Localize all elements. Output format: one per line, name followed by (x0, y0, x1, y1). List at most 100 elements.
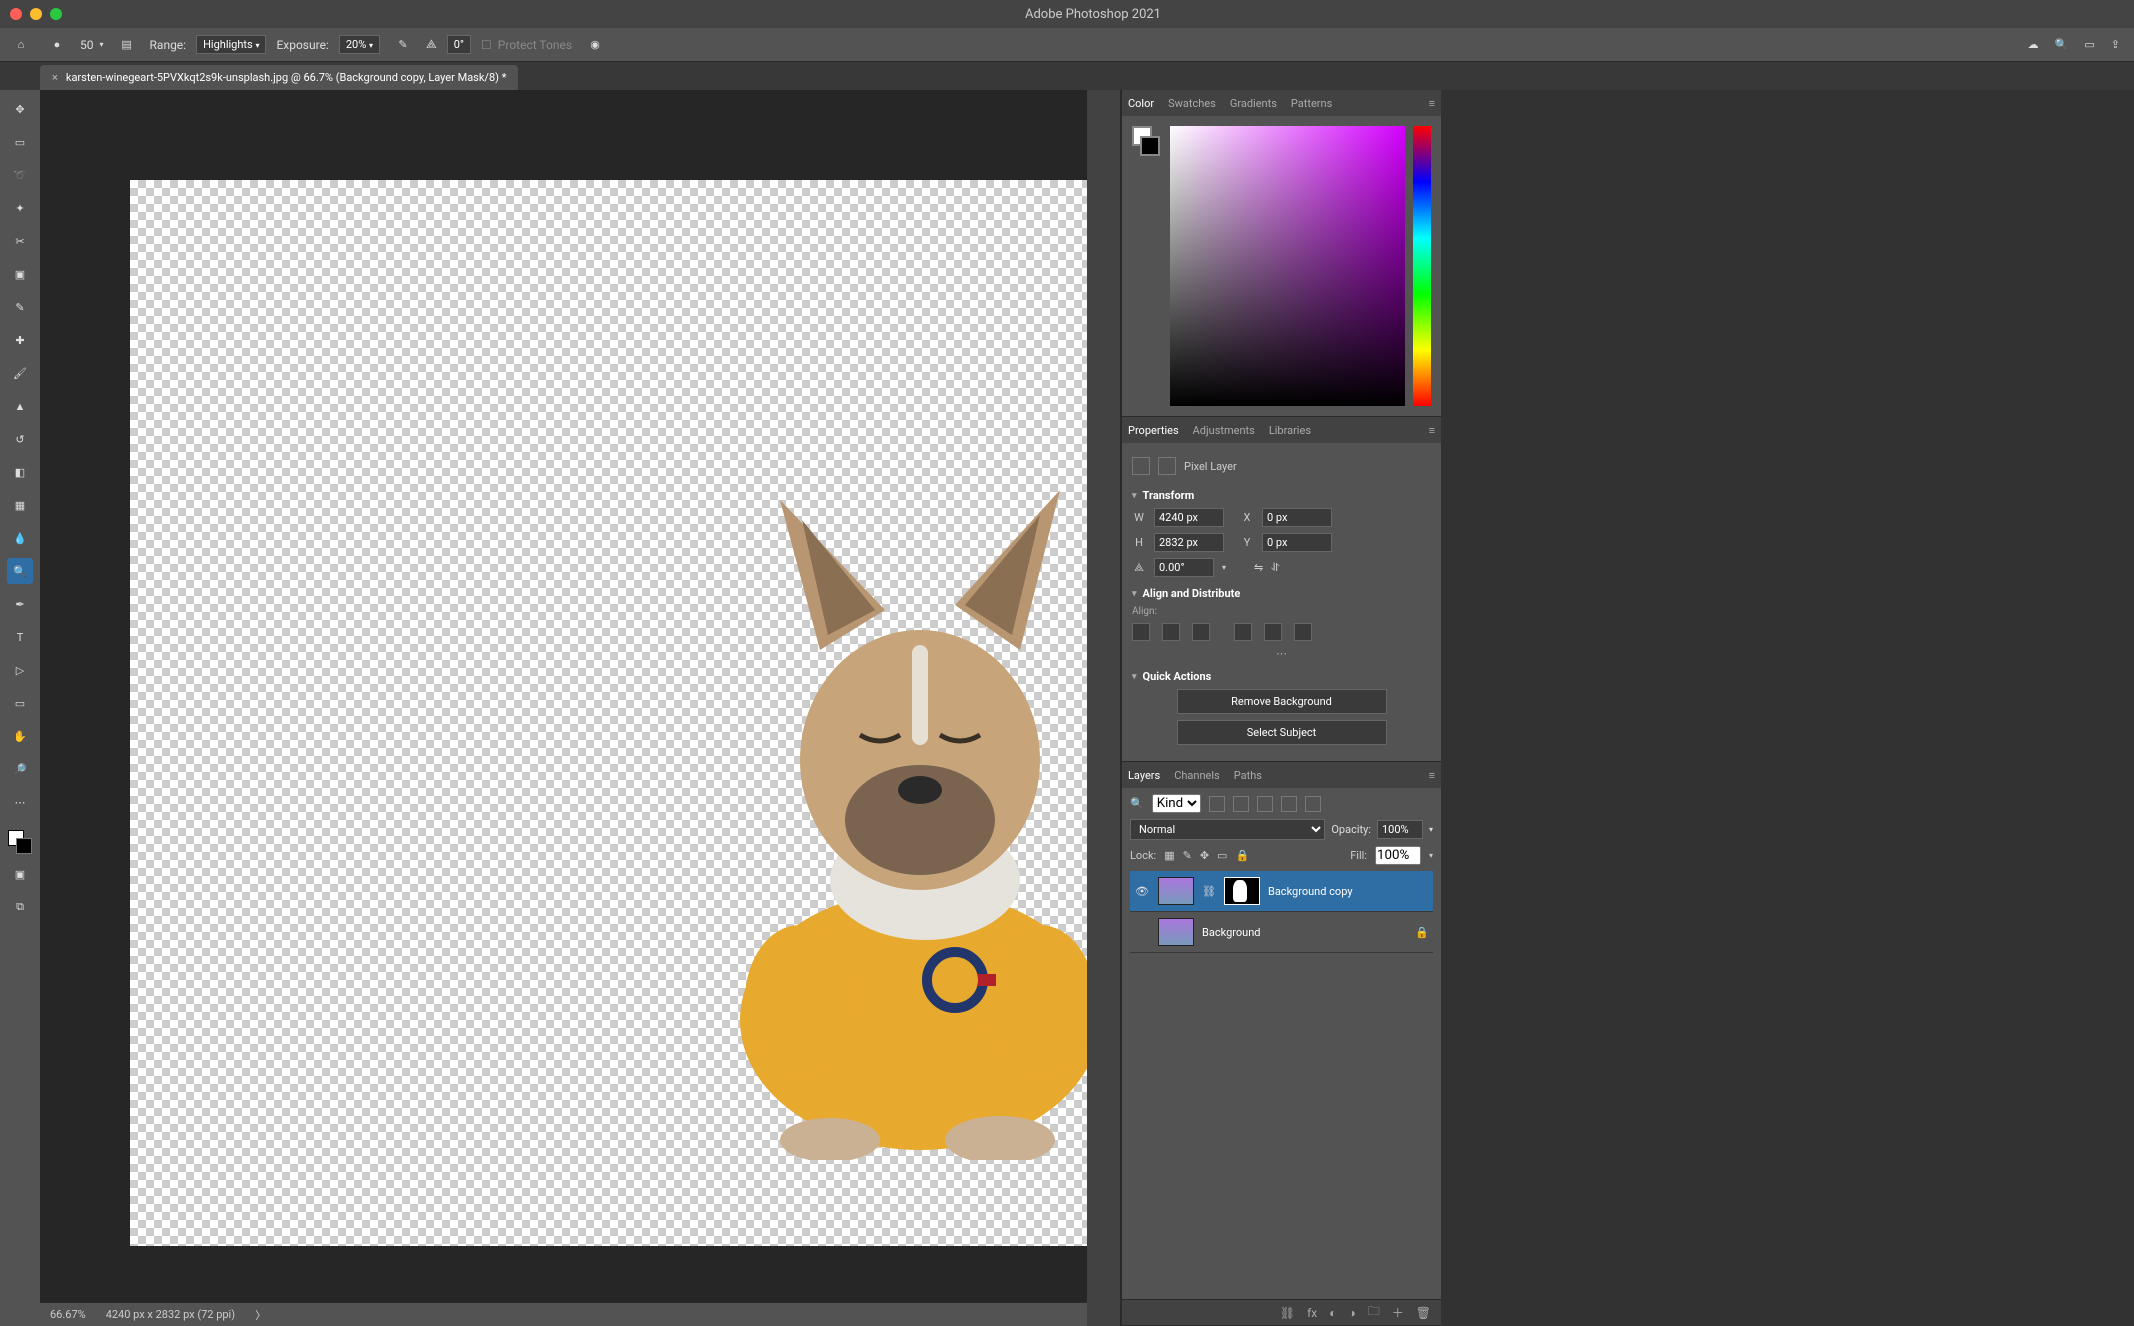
home-icon[interactable]: ⌂ (8, 32, 34, 58)
search-icon[interactable]: 🔍 (2055, 38, 2069, 51)
color-picker-field[interactable] (1170, 126, 1405, 406)
close-window-icon[interactable] (10, 8, 22, 20)
visibility-icon[interactable]: 👁 (1134, 885, 1150, 898)
path-selection-tool-icon[interactable]: ▷ (7, 657, 33, 683)
workspace-icon[interactable]: ▭ (2084, 38, 2094, 51)
color-swatch-tool[interactable] (8, 830, 32, 854)
quick-actions-header[interactable]: Quick Actions (1132, 670, 1431, 683)
blend-mode-select[interactable]: Normal (1130, 819, 1325, 840)
filter-pixel-icon[interactable] (1209, 796, 1225, 812)
window-controls[interactable] (10, 8, 62, 20)
hand-tool-icon[interactable]: ✋ (7, 723, 33, 749)
minimize-window-icon[interactable] (30, 8, 42, 20)
fill-field[interactable] (1375, 846, 1421, 865)
brush-preset-icon[interactable]: ● (44, 32, 70, 58)
layer-filter-select[interactable]: Kind (1152, 794, 1201, 813)
transform-header[interactable]: Transform (1132, 489, 1431, 502)
crop-tool-icon[interactable]: ✂ (7, 228, 33, 254)
link-layers-icon[interactable]: ⛓ (1280, 1306, 1295, 1320)
document-canvas[interactable] (130, 180, 1087, 1246)
pressure-icon[interactable]: ◉ (582, 32, 608, 58)
gradient-tool-icon[interactable]: ▦ (7, 492, 33, 518)
maximize-window-icon[interactable] (50, 8, 62, 20)
filter-smart-icon[interactable] (1305, 796, 1321, 812)
opacity-field[interactable] (1377, 820, 1423, 839)
new-layer-icon[interactable]: ＋ (1392, 1304, 1404, 1321)
tab-layers[interactable]: Layers (1128, 769, 1160, 782)
layer-name[interactable]: Background copy (1268, 885, 1429, 898)
blur-tool-icon[interactable]: 💧 (7, 525, 33, 551)
align-bottom-icon[interactable] (1294, 623, 1312, 641)
airbrush-icon[interactable]: ✎ (390, 32, 416, 58)
history-brush-tool-icon[interactable]: ↺ (7, 426, 33, 452)
lock-position-icon[interactable]: ✥ (1200, 849, 1209, 862)
group-icon[interactable]: 🗀 (1368, 1302, 1380, 1323)
panel-menu-icon[interactable]: ≡ (1429, 424, 1435, 437)
tab-color[interactable]: Color (1128, 97, 1154, 110)
layer-thumbnail[interactable] (1158, 918, 1194, 946)
share-icon[interactable]: ⇪ (2111, 38, 2120, 51)
lock-pixels-icon[interactable]: ✎ (1183, 849, 1192, 862)
align-right-icon[interactable] (1192, 623, 1210, 641)
lock-transparency-icon[interactable]: ▦ (1164, 849, 1174, 862)
brush-tool-icon[interactable]: 🖌 (7, 360, 33, 386)
status-arrow-icon[interactable]: 〉 (255, 1307, 266, 1323)
frame-tool-icon[interactable]: ▣ (7, 261, 33, 287)
filter-adjust-icon[interactable] (1233, 796, 1249, 812)
healing-brush-tool-icon[interactable]: ✚ (7, 327, 33, 353)
protect-tones-checkbox[interactable]: ☐ Protect Tones (481, 38, 572, 52)
align-center-h-icon[interactable] (1162, 623, 1180, 641)
panel-menu-icon[interactable]: ≡ (1429, 769, 1435, 782)
align-top-icon[interactable] (1234, 623, 1252, 641)
delete-layer-icon[interactable]: 🗑 (1416, 1306, 1431, 1320)
close-tab-icon[interactable]: × (52, 71, 58, 84)
edit-toolbar-icon[interactable]: ⋯ (7, 789, 33, 815)
adjustment-layer-icon[interactable]: ◑ (1348, 1306, 1355, 1320)
layer-thumbnail[interactable] (1158, 877, 1194, 905)
filter-type-icon[interactable] (1257, 796, 1273, 812)
lock-artboard-icon[interactable]: ▭ (1217, 849, 1227, 862)
align-left-icon[interactable] (1132, 623, 1150, 641)
canvas-area[interactable]: 66.67% 4240 px x 2832 px (72 ppi) 〉 (40, 90, 1087, 1326)
filter-shape-icon[interactable] (1281, 796, 1297, 812)
lasso-tool-icon[interactable]: ➰ (7, 162, 33, 188)
tab-gradients[interactable]: Gradients (1230, 97, 1277, 110)
screenmode-tool-icon[interactable]: ⧉ (7, 894, 33, 920)
hue-slider[interactable] (1413, 126, 1431, 406)
transform-w-field[interactable] (1154, 508, 1224, 527)
clone-stamp-tool-icon[interactable]: ▲ (7, 393, 33, 419)
panel-menu-icon[interactable]: ≡ (1429, 97, 1435, 110)
tab-paths[interactable]: Paths (1234, 769, 1262, 782)
cloud-share-icon[interactable]: ☁ (2028, 38, 2039, 51)
transform-angle-field[interactable] (1154, 558, 1214, 577)
move-tool-icon[interactable]: ✥ (7, 96, 33, 122)
align-header[interactable]: Align and Distribute (1132, 587, 1431, 600)
layer-row[interactable]: 👁 ⛓ Background copy (1130, 871, 1433, 912)
transform-x-field[interactable] (1262, 508, 1332, 527)
layer-mask-thumbnail[interactable] (1224, 877, 1260, 905)
brush-panel-icon[interactable]: ▤ (114, 32, 140, 58)
flip-h-icon[interactable]: ⇋ (1254, 561, 1263, 574)
angle-field[interactable]: 0° (447, 35, 471, 54)
layer-row[interactable]: Background 🔒 (1130, 912, 1433, 953)
eyedropper-tool-icon[interactable]: ✎ (7, 294, 33, 320)
tab-properties[interactable]: Properties (1128, 424, 1179, 437)
brush-size[interactable]: 50▾ (80, 38, 104, 52)
lock-all-icon[interactable]: 🔒 (1235, 849, 1249, 862)
align-center-v-icon[interactable] (1264, 623, 1282, 641)
flip-v-icon[interactable]: ⥯ (1271, 561, 1279, 575)
quickmask-tool-icon[interactable]: ▣ (7, 861, 33, 887)
eraser-tool-icon[interactable]: ◧ (7, 459, 33, 485)
select-subject-button[interactable]: Select Subject (1177, 720, 1387, 745)
transform-y-field[interactable] (1262, 533, 1332, 552)
marquee-tool-icon[interactable]: ▭ (7, 129, 33, 155)
tab-libraries[interactable]: Libraries (1269, 424, 1311, 437)
zoom-tool-icon[interactable]: 🔎 (7, 756, 33, 782)
tab-patterns[interactable]: Patterns (1291, 97, 1332, 110)
selection-tool-icon[interactable]: ✦ (7, 195, 33, 221)
color-fg-bg-swatch[interactable] (1132, 126, 1162, 406)
link-icon[interactable]: ⛓ (1202, 885, 1216, 898)
remove-background-button[interactable]: Remove Background (1177, 689, 1387, 714)
exposure-field[interactable]: 20% ▾ (339, 35, 380, 54)
zoom-level[interactable]: 66.67% (50, 1308, 86, 1321)
